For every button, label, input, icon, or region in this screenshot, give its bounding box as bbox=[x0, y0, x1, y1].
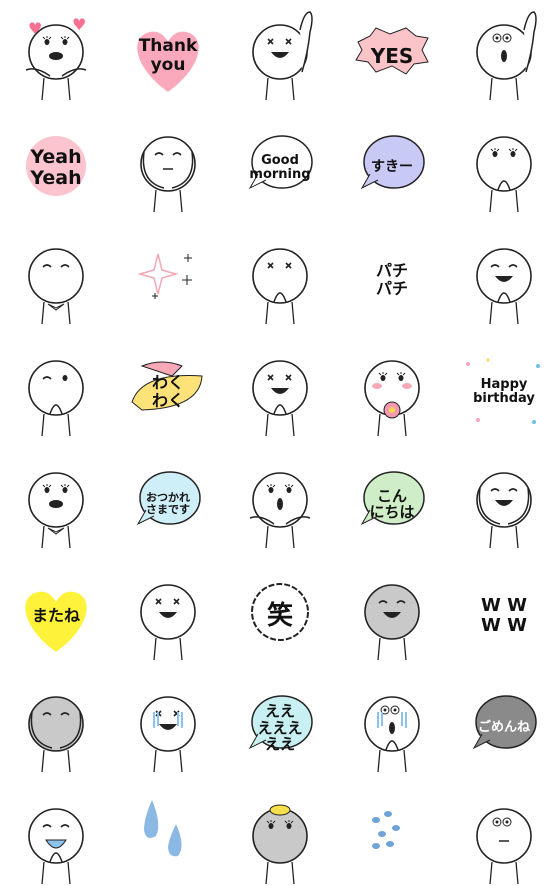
sticker-6[interactable]: Yeah Yeah bbox=[0, 112, 112, 224]
sticker-grid: ♥ ♥ Thank you YES Yeah Yeah Good morning すきー パチ… bbox=[0, 0, 560, 896]
sticker-14[interactable]: パチ パチ bbox=[336, 224, 448, 336]
sticker-12[interactable] bbox=[112, 224, 224, 336]
sticker-9[interactable]: すきー bbox=[336, 112, 448, 224]
face-icon bbox=[28, 248, 84, 325]
face-icon bbox=[28, 472, 84, 549]
sticker-5[interactable] bbox=[448, 0, 560, 112]
face-icon bbox=[364, 360, 420, 437]
sticker-text: おつかれ さまです bbox=[146, 490, 190, 516]
sticker-33[interactable]: ええ えええ ええ bbox=[224, 672, 336, 784]
raindrops-icon bbox=[372, 811, 400, 849]
sticker-4[interactable]: YES bbox=[336, 0, 448, 112]
sticker-28[interactable]: 笑 bbox=[224, 560, 336, 672]
sticker-27[interactable] bbox=[112, 560, 224, 672]
sticker-text: Good morning bbox=[249, 152, 311, 182]
sticker-38[interactable] bbox=[224, 784, 336, 896]
face-icon bbox=[252, 248, 308, 325]
sticker-32[interactable] bbox=[112, 672, 224, 784]
sticker-35[interactable]: ごめんね bbox=[448, 672, 560, 784]
teardrops-icon bbox=[144, 800, 182, 857]
face-icon bbox=[140, 584, 196, 661]
sticker-7[interactable] bbox=[112, 112, 224, 224]
sticker-8[interactable]: Good morning bbox=[224, 112, 336, 224]
sticker-31[interactable] bbox=[0, 672, 112, 784]
face-icon bbox=[28, 696, 84, 773]
sticker-1[interactable]: ♥ ♥ bbox=[0, 0, 112, 112]
face-icon bbox=[476, 472, 532, 549]
sticker-40[interactable] bbox=[448, 784, 560, 896]
sticker-13[interactable] bbox=[224, 224, 336, 336]
sticker-text: わく わく bbox=[151, 373, 184, 410]
sticker-15[interactable] bbox=[448, 224, 560, 336]
face-icon bbox=[252, 804, 308, 885]
sticker-16[interactable] bbox=[0, 336, 112, 448]
sticker-19[interactable] bbox=[336, 336, 448, 448]
sticker-text: パチ パチ bbox=[375, 261, 408, 298]
sticker-11[interactable] bbox=[0, 224, 112, 336]
face-icon bbox=[28, 808, 84, 885]
sticker-34[interactable] bbox=[336, 672, 448, 784]
sticker-text: 笑 bbox=[266, 600, 293, 631]
sticker-37[interactable] bbox=[112, 784, 224, 896]
sticker-text: ええ えええ ええ bbox=[257, 702, 303, 754]
sticker-22[interactable]: おつかれ さまです bbox=[112, 448, 224, 560]
sticker-39[interactable] bbox=[336, 784, 448, 896]
svg-text:♥: ♥ bbox=[72, 15, 86, 34]
face-icon bbox=[140, 696, 196, 773]
sticker-36[interactable] bbox=[0, 784, 112, 896]
sticker-text: こん にちは bbox=[369, 486, 415, 521]
face-icon bbox=[252, 11, 313, 101]
face-icon bbox=[364, 584, 420, 661]
face-icon bbox=[476, 808, 532, 885]
sticker-17[interactable]: わく わく bbox=[112, 336, 224, 448]
face-icon bbox=[28, 360, 84, 437]
sticker-30[interactable]: W W W W bbox=[448, 560, 560, 672]
sticker-3[interactable] bbox=[224, 0, 336, 112]
sticker-29[interactable] bbox=[336, 560, 448, 672]
sticker-21[interactable] bbox=[0, 448, 112, 560]
face-icon bbox=[249, 472, 311, 549]
sticker-24[interactable]: こん にちは bbox=[336, 448, 448, 560]
sticker-20[interactable]: Happy birthday bbox=[448, 336, 560, 448]
sticker-text: またね bbox=[31, 606, 80, 626]
sticker-2[interactable]: Thank you bbox=[112, 0, 224, 112]
sticker-text: すきー bbox=[371, 159, 413, 176]
sticker-text: ごめんね bbox=[477, 719, 530, 735]
sticker-10[interactable] bbox=[448, 112, 560, 224]
sticker-18[interactable] bbox=[224, 336, 336, 448]
sticker-text: Thank you bbox=[138, 36, 198, 75]
face-icon: ♥ ♥ bbox=[25, 15, 86, 101]
sticker-23[interactable] bbox=[224, 448, 336, 560]
sticker-text: Yeah Yeah bbox=[30, 146, 82, 189]
sticker-25[interactable] bbox=[448, 448, 560, 560]
sticker-text: YES bbox=[370, 44, 414, 68]
face-icon bbox=[476, 136, 532, 213]
sticker-26[interactable]: またね bbox=[0, 560, 112, 672]
sticker-text: Happy birthday bbox=[473, 376, 535, 406]
face-icon bbox=[476, 248, 532, 325]
face-icon bbox=[476, 11, 537, 101]
sparkles-icon bbox=[137, 253, 192, 299]
face-icon bbox=[364, 696, 420, 773]
svg-text:♥: ♥ bbox=[28, 19, 42, 38]
sticker-text: W W W W bbox=[481, 595, 527, 636]
face-icon bbox=[252, 360, 308, 437]
face-icon bbox=[140, 136, 196, 213]
